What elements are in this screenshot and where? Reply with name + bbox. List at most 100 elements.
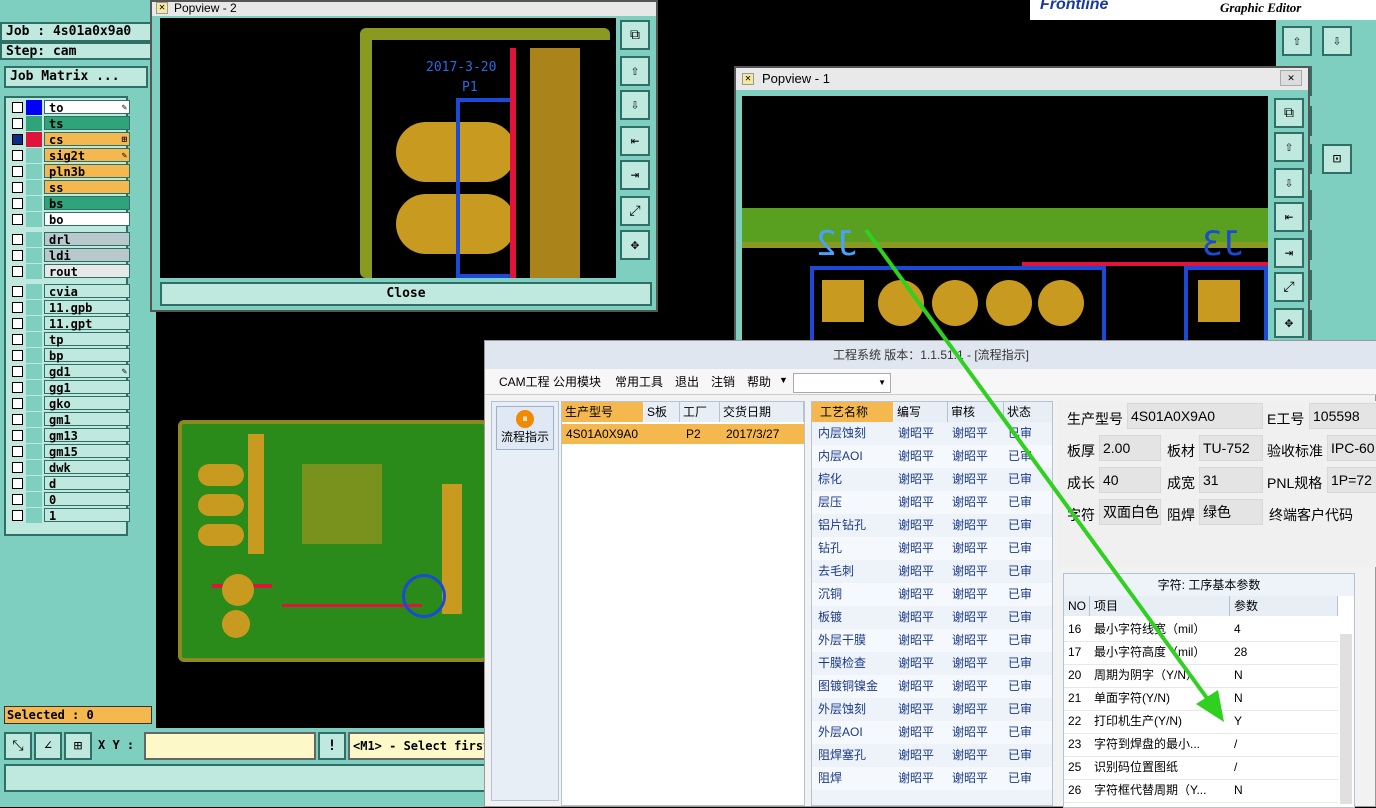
table-row[interactable]: 21 单面字符(Y/N) N — [1064, 687, 1338, 711]
col-item[interactable]: 项目 — [1090, 596, 1230, 616]
layer-color-swatch[interactable] — [26, 348, 42, 363]
table-row[interactable]: 22 打印机生产(Y/N) Y — [1064, 710, 1338, 734]
layer-name[interactable]: bp — [44, 348, 130, 363]
eng-field[interactable]: 105598 — [1309, 403, 1376, 429]
layer-checkbox[interactable] — [12, 430, 23, 441]
command-line[interactable] — [4, 764, 490, 792]
table-row[interactable]: 外层蚀刻 谢昭平 谢昭平 已审 — [812, 698, 1052, 721]
col-writer[interactable]: 编写 — [894, 402, 948, 422]
layer-row[interactable]: 1 — [8, 508, 130, 523]
layer-color-swatch[interactable] — [26, 316, 42, 331]
col-process[interactable]: 工艺名称 — [812, 402, 894, 422]
layer-row[interactable]: tp — [8, 332, 130, 347]
layer-name[interactable]: gm13 — [44, 428, 130, 443]
view-fit-icon[interactable]: ⤢ — [620, 196, 650, 226]
layer-row[interactable]: to ✎ — [8, 100, 130, 115]
table-row[interactable]: 干膜检查 谢昭平 谢昭平 已审 — [812, 652, 1052, 675]
layer-name[interactable]: tp — [44, 332, 130, 347]
col-status[interactable]: 状态 — [1004, 402, 1052, 422]
view-down-icon[interactable]: ⇩ — [620, 90, 650, 120]
layer-row[interactable]: ldi — [8, 248, 130, 263]
char-field[interactable]: 双面白色 — [1099, 499, 1161, 525]
layer-checkbox[interactable] — [12, 414, 23, 425]
menu-exit[interactable]: 退出 — [675, 373, 699, 390]
table-row[interactable]: 棕化 谢昭平 谢昭平 已审 — [812, 468, 1052, 491]
col-param[interactable]: 参数 — [1230, 596, 1338, 616]
layer-row[interactable]: bo — [8, 212, 130, 227]
std-field[interactable]: IPC-60 — [1327, 435, 1376, 461]
table-row[interactable]: 外层干膜 谢昭平 谢昭平 已审 — [812, 629, 1052, 652]
layer-name[interactable]: gm1 — [44, 412, 130, 427]
layer-color-swatch[interactable] — [26, 180, 42, 195]
layer-color-swatch[interactable] — [26, 300, 42, 315]
layer-color-swatch[interactable] — [26, 364, 42, 379]
close-button[interactable]: Close — [160, 282, 652, 306]
layer-color-swatch[interactable] — [26, 412, 42, 427]
view-pan-icon[interactable]: ✥ — [620, 230, 650, 260]
col-s[interactable]: S板 — [644, 402, 680, 422]
popview-1-canvas[interactable]: J2 J3 — [742, 96, 1268, 358]
view-left-icon[interactable]: ⇤ — [620, 126, 650, 156]
view-down-icon[interactable]: ⇩ — [1274, 168, 1304, 198]
layer-name[interactable]: dwk — [44, 460, 130, 475]
xy-coordinate-input[interactable] — [144, 732, 316, 760]
table-row[interactable]: 阻焊塞孔 谢昭平 谢昭平 已审 — [812, 744, 1052, 767]
layer-checkbox[interactable] — [12, 134, 23, 145]
layer-checkbox[interactable] — [12, 286, 23, 297]
layer-checkbox[interactable] — [12, 446, 23, 457]
table-row[interactable]: 去毛刺 谢昭平 谢昭平 已审 — [812, 560, 1052, 583]
layer-checkbox[interactable] — [12, 150, 23, 161]
layer-name[interactable]: gg1 — [44, 380, 130, 395]
view-restore-icon[interactable]: ⧉ — [1274, 98, 1304, 128]
thick-field[interactable]: 2.00 — [1099, 435, 1161, 461]
layer-row[interactable]: bs — [8, 196, 130, 211]
view-restore-icon[interactable]: ⧉ — [620, 20, 650, 50]
table-row[interactable]: 图镀铜镍金 谢昭平 谢昭平 已审 — [812, 675, 1052, 698]
layer-name[interactable]: gd1 ✎ — [44, 364, 130, 379]
view-fit-icon[interactable]: ⤢ — [1274, 272, 1304, 302]
layer-color-swatch[interactable] — [26, 508, 42, 523]
layer-row[interactable]: dwk — [8, 460, 130, 475]
view-up-icon[interactable]: ⇧ — [1274, 132, 1304, 162]
layer-checkbox[interactable] — [12, 118, 23, 129]
layer-checkbox[interactable] — [12, 350, 23, 361]
open-view-icon[interactable]: ⇧ — [1282, 26, 1312, 56]
table-row[interactable]: 17 最小字符高度（mil） 28 — [1064, 641, 1338, 665]
window-close-icon[interactable]: ✕ — [1280, 70, 1302, 86]
layer-name[interactable]: drl — [44, 232, 130, 247]
layer-name[interactable]: 0 — [44, 492, 130, 507]
layer-name[interactable]: cs ⊞ — [44, 132, 130, 147]
layer-name[interactable]: bo — [44, 212, 130, 227]
layer-color-swatch[interactable] — [26, 460, 42, 475]
popview-2-canvas[interactable]: 2017-3-20 P1 — [160, 18, 616, 278]
layer-row[interactable]: 11.gpt — [8, 316, 130, 331]
layer-checkbox[interactable] — [12, 266, 23, 277]
layer-name[interactable]: bs — [44, 196, 130, 211]
layer-name[interactable]: gm15 — [44, 444, 130, 459]
menu-public[interactable]: 公用模块 — [553, 373, 601, 390]
layer-row[interactable]: rout — [8, 264, 130, 279]
table-row[interactable]: 内层AOI 谢昭平 谢昭平 已审 — [812, 445, 1052, 468]
layer-color-swatch[interactable] — [26, 212, 42, 227]
layer-row[interactable]: gm1 — [8, 412, 130, 427]
layer-row[interactable]: 0 — [8, 492, 130, 507]
layer-name[interactable]: 11.gpt — [44, 316, 130, 331]
layer-color-swatch[interactable] — [26, 132, 42, 147]
layer-color-swatch[interactable] — [26, 232, 42, 247]
menu-tools[interactable]: 常用工具 — [615, 373, 663, 390]
layer-checkbox[interactable] — [12, 198, 23, 209]
layer-checkbox[interactable] — [12, 366, 23, 377]
layer-color-swatch[interactable] — [26, 164, 42, 179]
layer-checkbox[interactable] — [12, 494, 23, 505]
angle-measure-icon[interactable]: ∠ — [34, 732, 62, 760]
chevron-down-icon[interactable]: ▼ — [779, 375, 788, 385]
pnl-field[interactable]: 1P=72 — [1327, 467, 1376, 493]
pcb-board-view[interactable] — [178, 420, 488, 662]
layer-checkbox[interactable] — [12, 234, 23, 245]
layer-name[interactable]: 1 — [44, 508, 130, 523]
mask-field[interactable]: 绿色 — [1199, 499, 1263, 525]
save-view-icon[interactable]: ⇩ — [1322, 26, 1352, 56]
layer-checkbox[interactable] — [12, 334, 23, 345]
layer-checkbox[interactable] — [12, 478, 23, 489]
layer-row[interactable]: bp — [8, 348, 130, 363]
